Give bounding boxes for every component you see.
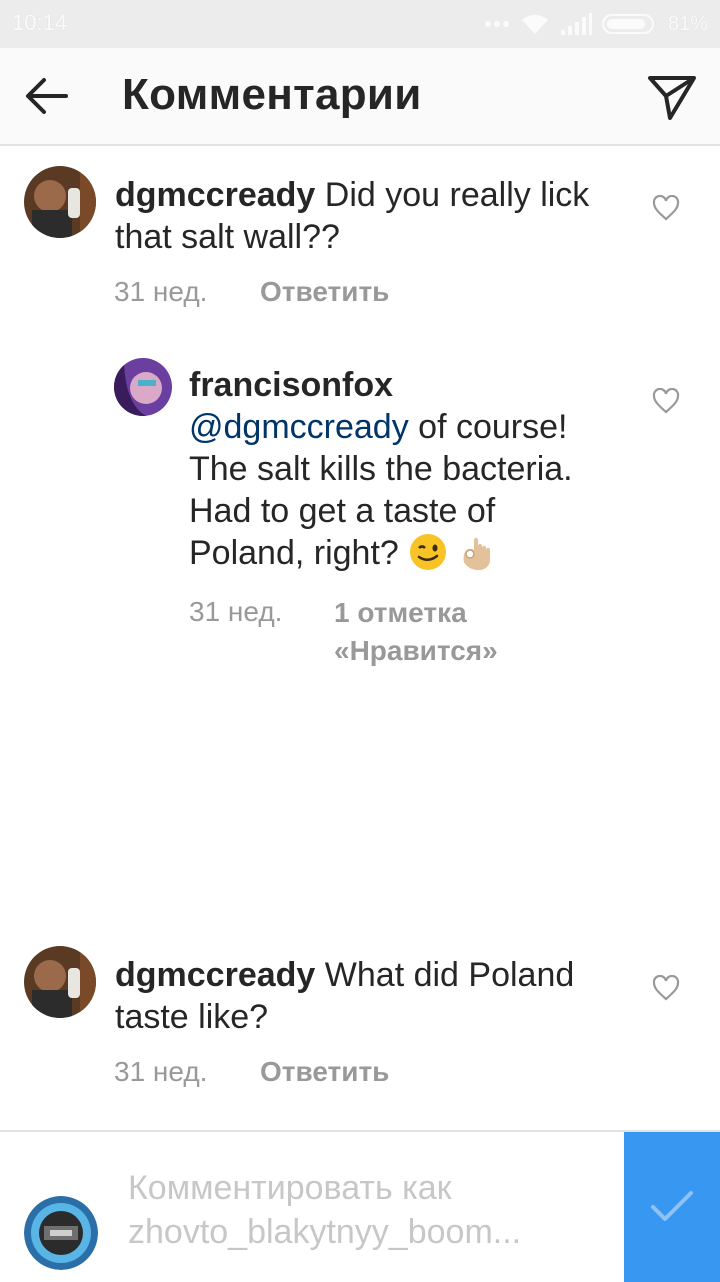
- avatar[interactable]: [114, 358, 172, 416]
- more-dots-icon: [484, 21, 509, 27]
- comment-age: 31 нед.: [114, 276, 208, 307]
- app-header: Комментарии: [0, 48, 720, 146]
- comment-username[interactable]: francisonfox: [189, 366, 393, 404]
- reply-button[interactable]: Ответить: [260, 276, 389, 308]
- comment-text-line3: Had to get a taste of: [189, 492, 496, 530]
- comment-text: What did Poland: [324, 956, 575, 994]
- comment-body: dgmccready What did Poland taste like?: [115, 954, 635, 1038]
- avatar[interactable]: [24, 166, 96, 238]
- avatar: [24, 1196, 98, 1270]
- comment-input-placeholder-line1: Комментировать как: [128, 1169, 452, 1207]
- avatar[interactable]: [24, 946, 96, 1018]
- user-photo: [24, 1196, 98, 1270]
- page-title: Комментарии: [122, 70, 422, 119]
- user-photo: [114, 358, 172, 416]
- status-icons: 81%: [484, 8, 708, 40]
- likes-count-line1: 1 отметка: [334, 597, 467, 628]
- status-time: 10:14: [12, 10, 68, 35]
- user-photo: [24, 946, 96, 1018]
- comment-reply-item: francisonfox @dgmccready of course! The …: [0, 340, 720, 680]
- battery-icon: [601, 14, 654, 34]
- comment-username[interactable]: dgmccready: [115, 176, 315, 214]
- comment-age: 31 нед.: [114, 1056, 208, 1087]
- comment-item: dgmccready Did you really lick that salt…: [0, 150, 720, 310]
- signal-icon: [560, 13, 592, 35]
- comment-input-placeholder-line2: zhovto_blakytnyy_boom...: [128, 1213, 522, 1251]
- comment-compose-bar: Комментировать как zhovto_blakytnyy_boom…: [0, 1130, 720, 1282]
- comment-text-line2: The salt kills the bacteria.: [189, 450, 573, 488]
- comment-text: Did you really lick: [324, 176, 590, 214]
- comment-body: dgmccready Did you really lick that salt…: [115, 174, 635, 258]
- direct-send-icon[interactable]: [646, 72, 698, 122]
- likes-count-line2: «Нравится»: [334, 635, 498, 666]
- comment-text-line4: Poland, right?: [189, 534, 399, 572]
- like-heart-icon[interactable]: [652, 388, 680, 414]
- mention-link[interactable]: @dgmccready: [189, 408, 409, 446]
- comment-text-line2: taste like?: [115, 998, 269, 1036]
- like-heart-icon[interactable]: [652, 975, 680, 1001]
- comment-username[interactable]: dgmccready: [115, 956, 315, 994]
- winking-face-emoji-icon: [410, 534, 447, 570]
- comment-body: francisonfox @dgmccready of course! The …: [189, 364, 649, 574]
- likes-count-link[interactable]: 1 отметка «Нравится»: [334, 594, 498, 670]
- back-arrow-icon[interactable]: [22, 74, 70, 118]
- status-bar: 10:14 81%: [0, 0, 720, 48]
- ok-hand-emoji-icon: [463, 537, 490, 571]
- battery-percent: 81%: [667, 12, 708, 35]
- comment-item: dgmccready What did Poland taste like? 3…: [0, 930, 720, 1090]
- reply-button[interactable]: Ответить: [260, 1056, 389, 1088]
- like-heart-icon[interactable]: [652, 195, 680, 221]
- user-photo: [24, 166, 96, 238]
- post-comment-button[interactable]: [624, 1132, 720, 1282]
- comment-text-line2: that salt wall??: [115, 218, 340, 256]
- checkmark-icon: [651, 1191, 693, 1221]
- comment-input[interactable]: Комментировать как zhovto_blakytnyy_boom…: [128, 1166, 588, 1254]
- wifi-icon: [521, 14, 548, 34]
- comment-text: of course!: [408, 408, 568, 446]
- comment-age: 31 нед.: [189, 596, 283, 627]
